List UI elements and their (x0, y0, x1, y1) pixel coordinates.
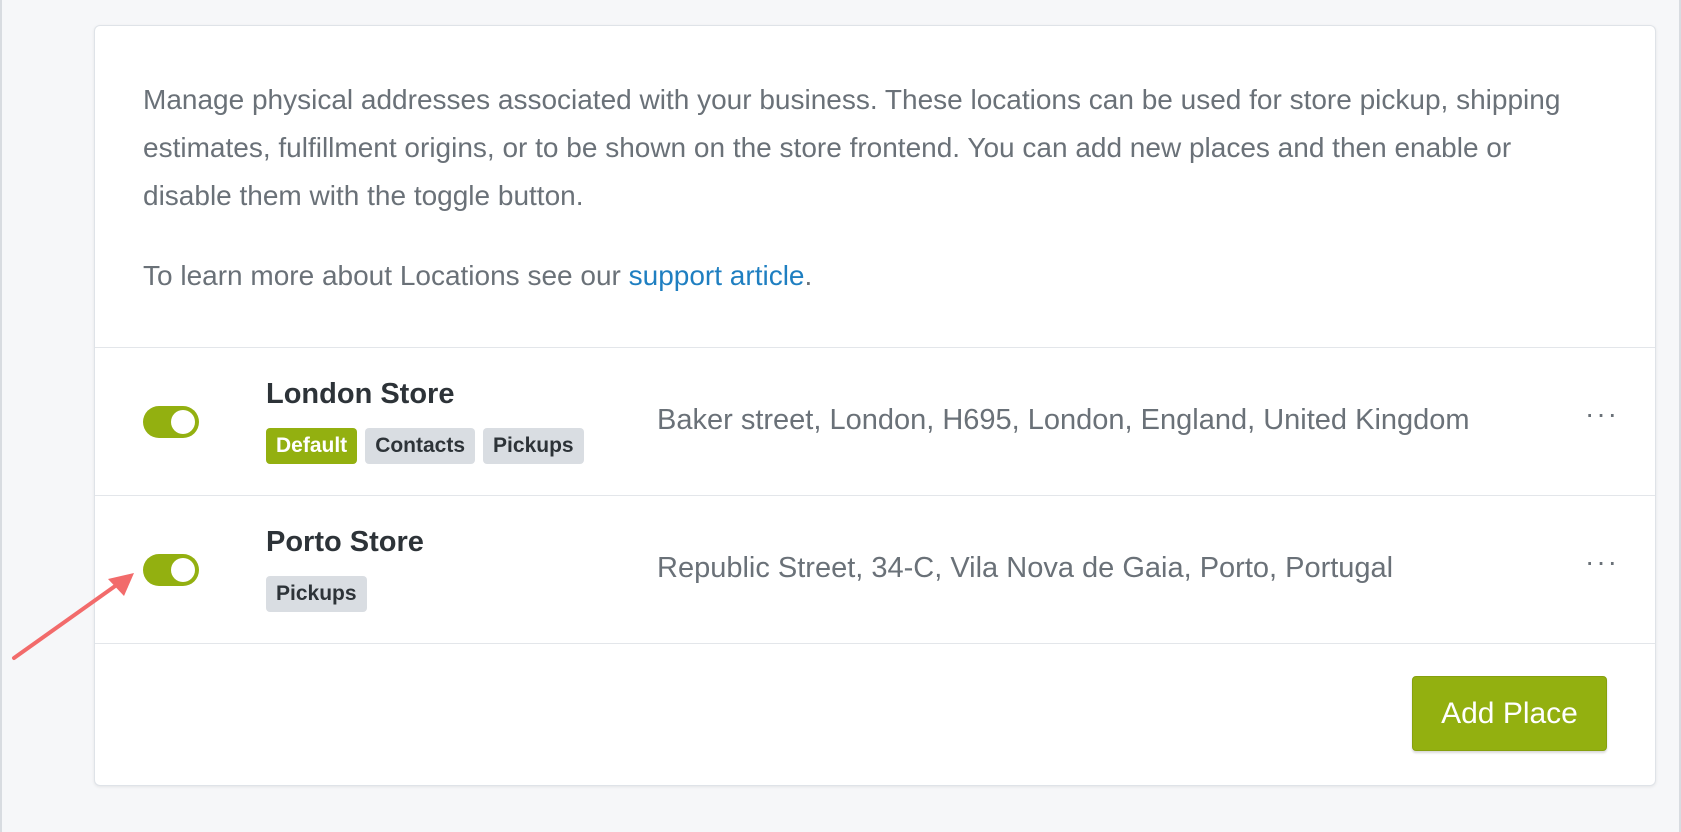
toggle-knob (171, 558, 195, 582)
card-footer: Add Place (95, 644, 1655, 785)
arrow-shaft (12, 582, 120, 660)
location-address: Republic Street, 34-C, Vila Nova de Gaia… (657, 552, 1394, 584)
badge-pickups: Pickups (266, 576, 367, 612)
frame-edge-left (0, 0, 2, 832)
location-row-porto: Porto Store Pickups Republic Street, 34-… (95, 496, 1655, 644)
page: Manage physical addresses associated wit… (0, 0, 1681, 832)
location-toggle-porto[interactable] (143, 554, 199, 586)
toggle-knob (171, 410, 195, 434)
location-name: London Store (266, 378, 455, 410)
badge-pickups: Pickups (483, 428, 584, 464)
location-address: Baker street, London, H695, London, Engl… (657, 404, 1470, 436)
intro-section: Manage physical addresses associated wit… (95, 26, 1655, 348)
badge-contacts: Contacts (365, 428, 476, 464)
learn-more-prefix: To learn more about Locations see our (143, 260, 629, 291)
more-options-icon[interactable]: ··· (1585, 398, 1619, 430)
more-options-icon[interactable]: ··· (1585, 546, 1619, 578)
add-place-button[interactable]: Add Place (1412, 676, 1607, 751)
intro-description: Manage physical addresses associated wit… (143, 84, 1561, 211)
location-toggle-london[interactable] (143, 406, 199, 438)
location-badges: Default Contacts Pickups (266, 428, 584, 464)
location-name: Porto Store (266, 526, 424, 558)
support-article-link[interactable]: support article (629, 260, 805, 291)
annotation-arrow-icon (12, 573, 134, 660)
badge-default: Default (266, 428, 358, 464)
arrow-head (108, 573, 134, 596)
learn-more-suffix: . (804, 260, 813, 291)
locations-card: Manage physical addresses associated wit… (94, 25, 1656, 786)
location-badges: Pickups (266, 576, 367, 612)
location-row-london: London Store Default Contacts Pickups Ba… (95, 348, 1655, 496)
learn-more-text: To learn more about Locations see our su… (143, 252, 1607, 300)
